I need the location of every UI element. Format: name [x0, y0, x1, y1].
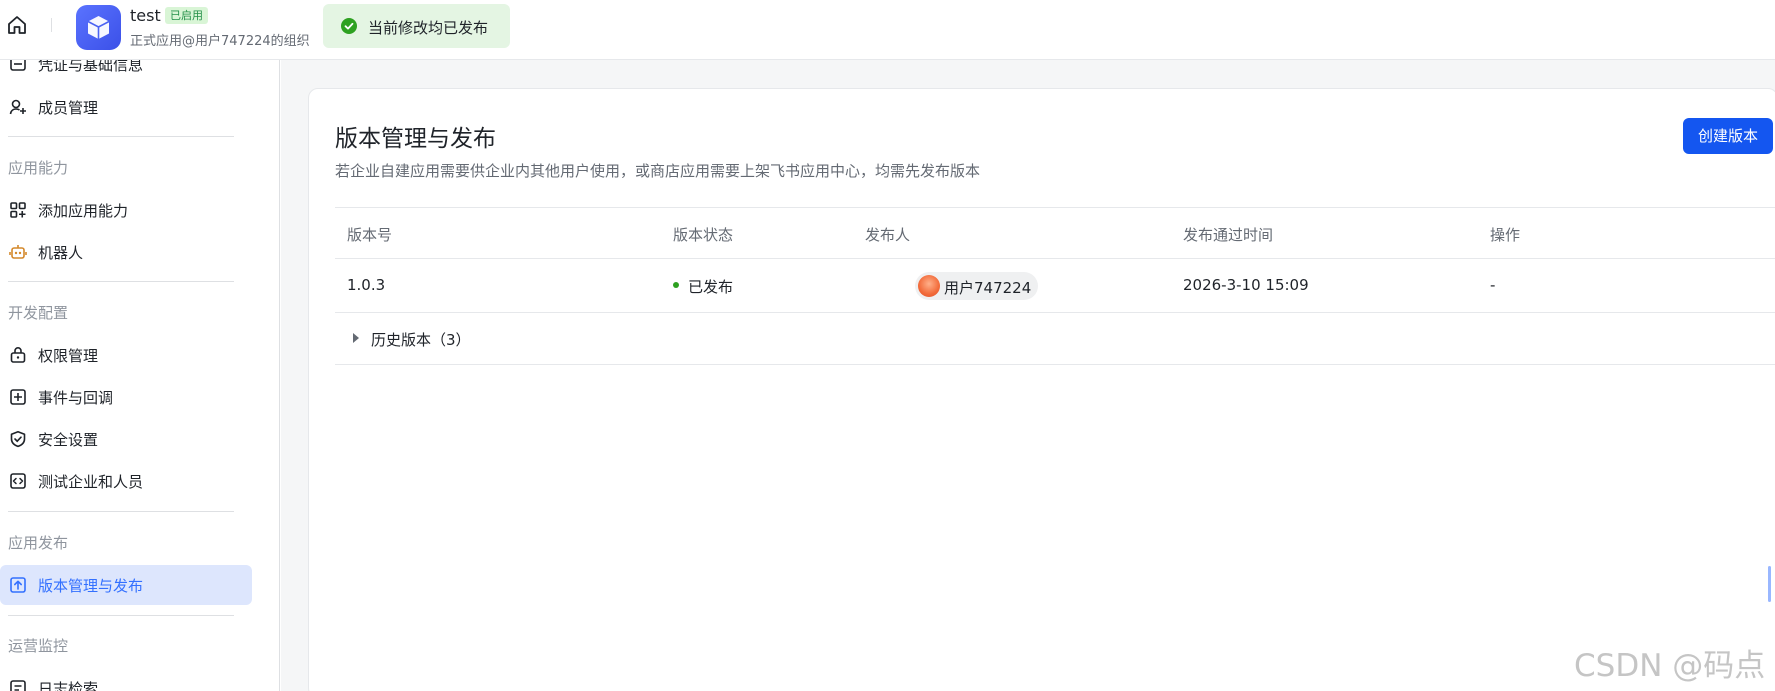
column-header: 操作	[1490, 226, 1521, 244]
main-content: 版本管理与发布 若企业自建应用需要供企业内其他用户使用，或商店应用需要上架飞书应…	[281, 60, 1775, 691]
watermark: CSDN @码点	[1574, 648, 1766, 684]
sidebar-divider	[8, 281, 234, 282]
event-icon	[10, 389, 26, 405]
publisher-chip[interactable]: 用户747224	[915, 272, 1038, 300]
create-version-button[interactable]: 创建版本	[1683, 118, 1773, 154]
table-header-row: 版本号 版本状态 发布人 发布通过时间 操作	[335, 207, 1775, 259]
app-subtitle: 正式应用@用户747224的组织	[130, 34, 310, 49]
sidebar-item-label: 成员管理	[38, 99, 99, 117]
sidebar-item-logs[interactable]: 日志检索	[0, 668, 252, 691]
sidebar-item-label: 添加应用能力	[38, 202, 129, 220]
table-row[interactable]: 1.0.3 已发布 用户747224 2026-3-10 15:09 -	[335, 259, 1775, 313]
sidebar-group-title: 应用能力	[8, 159, 69, 177]
sidebar-item-version-release[interactable]: 版本管理与发布	[0, 565, 252, 605]
publisher-name: 用户747224	[944, 279, 1032, 297]
sidebar-item-robot[interactable]: 机器人	[0, 232, 252, 272]
sidebar-divider	[8, 511, 234, 512]
sidebar-item-label: 凭证与基础信息	[38, 60, 144, 74]
column-header: 发布通过时间	[1183, 226, 1274, 244]
log-icon	[10, 680, 26, 691]
version-number: 1.0.3	[347, 276, 386, 294]
sidebar-divider	[8, 136, 234, 137]
top-header: test 已启用 正式应用@用户747224的组织 当前修改均已发布	[0, 0, 1775, 60]
sidebar-item-label: 安全设置	[38, 431, 99, 449]
credential-icon	[10, 60, 26, 71]
publish-time: 2026-3-10 15:09	[1183, 276, 1309, 294]
app-logo-icon	[76, 5, 121, 50]
page-description: 若企业自建应用需要供企业内其他用户使用，或商店应用需要上架飞书应用中心，均需先发…	[335, 162, 981, 180]
sidebar-item-label: 权限管理	[38, 347, 99, 365]
sidebar-group-title: 应用发布	[8, 534, 69, 552]
scrollbar-thumb[interactable]	[1768, 566, 1771, 602]
app-name: test	[130, 6, 161, 25]
member-add-icon	[9, 99, 26, 115]
row-action: -	[1490, 276, 1496, 294]
sidebar-item-label: 事件与回调	[38, 389, 114, 407]
history-versions-label: 历史版本（3）	[371, 331, 471, 349]
status-dot-icon	[673, 282, 679, 288]
caret-right-icon	[353, 333, 359, 343]
toast-message: 当前修改均已发布	[368, 19, 489, 37]
header-divider	[51, 18, 52, 32]
sidebar-item-credentials[interactable]: 凭证与基础信息	[0, 60, 252, 84]
column-header: 发布人	[865, 226, 911, 244]
sidebar-divider	[8, 615, 234, 616]
sidebar: 凭证与基础信息 成员管理 应用能力 添加应用能力 机器人 开发配置 权限管理 事…	[0, 60, 280, 691]
lock-icon	[10, 347, 26, 363]
success-toast: 当前修改均已发布	[323, 4, 510, 48]
shield-icon	[10, 431, 26, 448]
robot-icon	[9, 245, 27, 259]
sidebar-group-title: 开发配置	[8, 304, 69, 322]
sidebar-item-test-org[interactable]: 测试企业和人员	[0, 461, 252, 501]
sidebar-item-members[interactable]: 成员管理	[0, 87, 252, 127]
home-icon[interactable]	[6, 14, 28, 36]
upload-icon	[10, 577, 26, 593]
status-text: 已发布	[688, 278, 734, 296]
sidebar-item-label: 测试企业和人员	[38, 473, 144, 491]
version-card: 版本管理与发布 若企业自建应用需要供企业内其他用户使用，或商店应用需要上架飞书应…	[308, 88, 1775, 691]
history-versions-toggle[interactable]: 历史版本（3）	[335, 313, 1775, 365]
check-circle-icon	[341, 18, 357, 34]
sidebar-item-add-capability[interactable]: 添加应用能力	[0, 190, 252, 230]
sidebar-group-title: 运营监控	[8, 637, 69, 655]
sidebar-item-label: 日志检索	[38, 680, 99, 691]
code-icon	[10, 473, 26, 489]
page-title: 版本管理与发布	[335, 126, 496, 152]
column-header: 版本号	[347, 226, 393, 244]
sidebar-item-permissions[interactable]: 权限管理	[0, 335, 252, 375]
sidebar-item-label: 版本管理与发布	[38, 577, 144, 595]
column-header: 版本状态	[673, 226, 734, 244]
sidebar-item-security[interactable]: 安全设置	[0, 419, 252, 459]
status-badge: 已启用	[165, 7, 208, 24]
add-capability-icon	[10, 202, 26, 218]
avatar	[918, 275, 940, 297]
sidebar-item-label: 机器人	[38, 244, 84, 262]
sidebar-item-events[interactable]: 事件与回调	[0, 377, 252, 417]
